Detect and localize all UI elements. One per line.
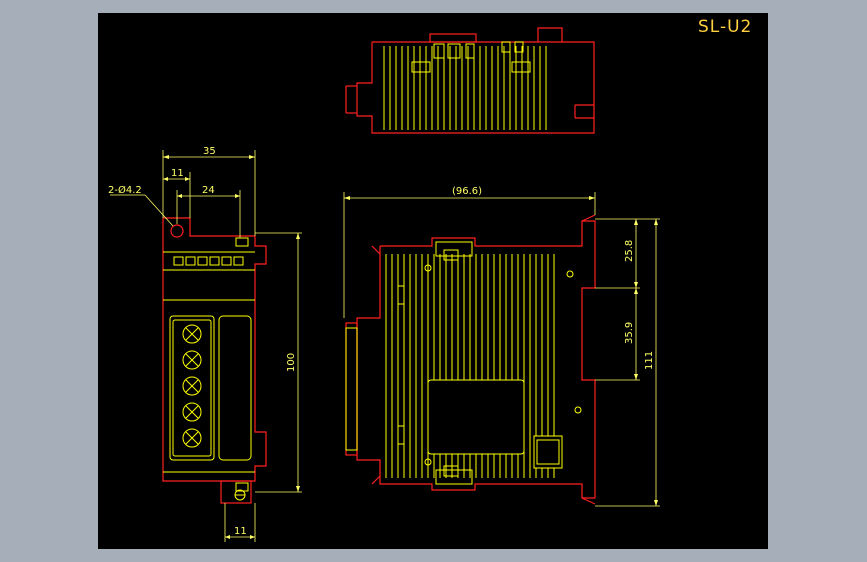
top-view-detail: [411, 41, 531, 73]
drawing-title: SL-U2: [698, 17, 752, 37]
dim-offset-11-top: 11: [171, 168, 184, 179]
status-led: [185, 256, 196, 266]
status-led: [197, 256, 208, 266]
front-view-dim-text: 35 11 24 2-Ø4.2 100 11: [108, 146, 297, 537]
dim-offset-11-bottom: 11: [234, 526, 247, 537]
dim-depth-96-6: (96.6): [452, 186, 482, 197]
side-view: [345, 214, 596, 505]
dim-height-35-9: 35.9: [624, 322, 635, 344]
dim-width-35: 35: [203, 146, 216, 157]
front-view-dimensions: [110, 150, 302, 542]
front-led-row: [173, 256, 244, 266]
dim-height-25-8: 25.8: [624, 240, 635, 262]
front-view: [162, 217, 267, 504]
dim-offset-24: 24: [202, 185, 215, 196]
side-view-arrows: [344, 196, 658, 506]
dim-height-100: 100: [286, 353, 297, 372]
side-view-dimensions: [343, 192, 660, 507]
status-led: [173, 256, 184, 266]
dim-height-111: 111: [644, 351, 655, 370]
terminal-screws: [182, 324, 202, 448]
front-view-detail: [163, 237, 255, 501]
status-led: [209, 256, 220, 266]
dim-hole-callout: 2-Ø4.2: [108, 184, 142, 196]
status-led: [233, 256, 244, 266]
cad-drawing: SL-U2 35 11 24 2-Ø4.2 100 11 (96.6) 25.8…: [108, 17, 752, 542]
top-view: [345, 27, 595, 134]
status-led: [221, 256, 232, 266]
top-view-fins: [383, 46, 547, 130]
